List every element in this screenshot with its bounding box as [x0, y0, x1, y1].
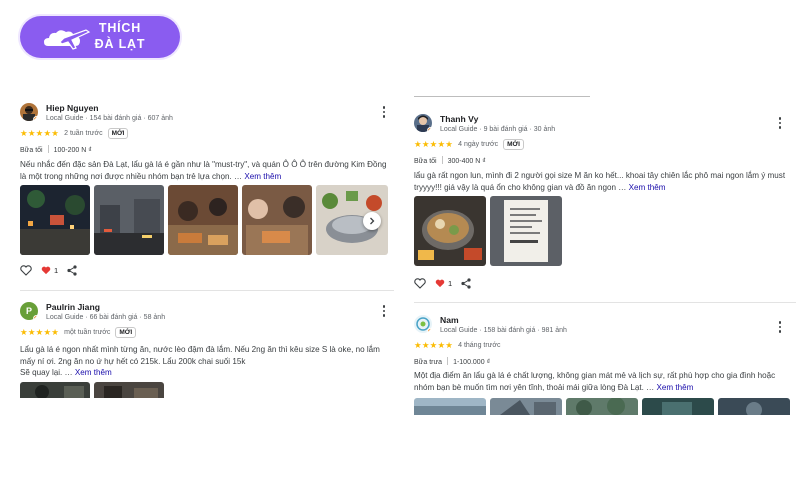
review-divider — [414, 302, 796, 303]
review-photo[interactable] — [242, 185, 312, 255]
local-guide-badge-icon — [427, 127, 432, 132]
star-rating: ★★★★★ — [414, 340, 454, 350]
review-text: Lẩu gà lá é ngon nhất mình từng ăn, nước… — [20, 345, 380, 377]
thich-da-lat-logo: THÍCH ĐÀ LẠT — [20, 16, 180, 58]
like-button[interactable] — [414, 278, 426, 289]
heart-outline-icon — [20, 265, 32, 276]
rating-row: ★★★★★ 4 ngày trước MỚI — [414, 139, 524, 150]
meal-type: Bữa tối — [20, 147, 43, 154]
rating-row: ★★★★★ 4 tháng trước — [414, 340, 500, 351]
review-photo[interactable] — [94, 185, 164, 255]
reviewer-name[interactable]: Nam — [440, 315, 459, 325]
review-time: 4 tháng trước — [458, 342, 501, 349]
price-row: Bữa tối 300-400 N ₫ — [414, 156, 486, 165]
see-more-link[interactable]: Xem thêm — [75, 368, 112, 377]
review-card: Thanh Vy Local Guide · 9 bài đánh giá · … — [414, 114, 788, 292]
review-photo[interactable] — [718, 398, 790, 415]
star-rating: ★★★★★ — [20, 128, 60, 138]
avatar[interactable] — [20, 103, 38, 121]
review-photo[interactable] — [490, 196, 562, 266]
more-options-icon[interactable] — [775, 320, 785, 334]
review-card: Hiep Nguyen Local Guide · 154 bài đánh g… — [20, 103, 392, 283]
local-guide-badge-icon — [33, 315, 38, 320]
review-photo[interactable] — [490, 398, 562, 415]
see-more-link[interactable]: Xem thêm — [629, 183, 666, 192]
review-divider — [20, 290, 394, 291]
review-photo[interactable] — [566, 398, 638, 415]
reaction-count: 1 — [448, 279, 453, 288]
reaction-count-button[interactable]: 1 — [41, 266, 58, 275]
see-more-link[interactable]: Xem thêm — [656, 383, 693, 392]
reviewer-meta: Local Guide · 154 bài đánh giá · 607 ảnh — [46, 115, 173, 122]
share-button[interactable] — [67, 265, 77, 276]
star-rating: ★★★★★ — [20, 327, 60, 337]
price-range: 1-100.000 ₫ — [453, 359, 491, 366]
review-photo[interactable] — [20, 382, 90, 398]
more-options-icon[interactable] — [379, 304, 389, 318]
heart-filled-icon — [435, 279, 445, 288]
local-guide-badge-icon — [33, 116, 38, 121]
photo-strip — [20, 185, 388, 255]
review-time: 4 ngày trước — [458, 141, 499, 148]
logo-line-2: ĐÀ LẠT — [94, 37, 146, 51]
review-card: P Paulrin Jiang Local Guide · 66 bài đán… — [20, 302, 392, 398]
new-badge: MỚI — [107, 128, 129, 139]
review-time: một tuần trước — [64, 329, 111, 336]
chevron-right-icon — [370, 217, 375, 225]
avatar-initial: P — [25, 306, 32, 316]
heart-outline-icon — [414, 278, 426, 289]
avatar[interactable] — [414, 114, 432, 132]
reviewer-meta: Local Guide · 158 bài đánh giá · 981 ảnh — [440, 327, 567, 334]
share-icon — [461, 278, 471, 289]
review-photo[interactable] — [94, 382, 164, 398]
more-options-icon[interactable] — [775, 116, 785, 130]
see-more-link[interactable]: Xem thêm — [244, 172, 281, 181]
review-text: Nếu nhắc đến đặc sản Đà Lạt, lẩu gà lá é… — [20, 160, 387, 181]
new-badge: MỚI — [503, 139, 524, 150]
logo-line-1: THÍCH — [98, 21, 142, 35]
review-photo[interactable] — [168, 185, 238, 255]
new-badge: MỚI — [115, 327, 137, 338]
reviewer-name[interactable]: Thanh Vy — [440, 114, 478, 124]
heart-filled-icon — [41, 266, 51, 275]
reviewer-meta: Local Guide · 9 bài đánh giá · 30 ảnh — [440, 126, 556, 133]
review-text: Một địa điểm ăn lẩu gà lá é chất lượng, … — [414, 371, 776, 392]
reviewer-name[interactable]: Paulrin Jiang — [46, 302, 100, 312]
review-photo[interactable] — [414, 398, 486, 415]
price-range: 300-400 N ₫ — [447, 158, 486, 165]
photo-strip — [414, 398, 790, 415]
avatar[interactable]: P — [20, 302, 38, 320]
reaction-count: 1 — [54, 266, 59, 275]
review-actions: 1 — [20, 265, 77, 276]
review-photo[interactable] — [20, 185, 90, 255]
star-rating: ★★★★★ — [414, 139, 454, 149]
review-text: lẩu gà rất ngon lun, mình đi 2 người gọi… — [414, 171, 786, 192]
review-actions: 1 — [414, 278, 471, 289]
reaction-count-button[interactable]: 1 — [435, 279, 452, 288]
reviewer-name[interactable]: Hiep Nguyen — [46, 103, 99, 113]
local-guide-badge-icon — [427, 328, 432, 333]
price-range: 100-200 N ₫ — [53, 147, 92, 154]
review-photo[interactable] — [414, 196, 486, 266]
meal-type: Bữa tối — [414, 158, 437, 165]
next-photo-button[interactable] — [363, 212, 381, 230]
review-time: 2 tuần trước — [64, 130, 103, 137]
share-button[interactable] — [461, 278, 471, 289]
price-row: Bữa tối 100-200 N ₫ — [20, 145, 92, 154]
divider-line — [414, 96, 590, 97]
avatar[interactable] — [414, 315, 432, 333]
meal-type: Bữa trưa — [414, 359, 443, 366]
cloud-plane-icon — [44, 29, 91, 50]
rating-row: ★★★★★ 2 tuần trước MỚI — [20, 128, 129, 139]
price-row: Bữa trưa 1-100.000 ₫ — [414, 357, 490, 366]
photo-strip — [20, 382, 164, 398]
like-button[interactable] — [20, 265, 32, 276]
share-icon — [67, 265, 77, 276]
photo-strip — [414, 196, 562, 266]
more-options-icon[interactable] — [379, 105, 389, 119]
review-card: Nam Local Guide · 158 bài đánh giá · 981… — [414, 315, 790, 415]
rating-row: ★★★★★ một tuần trước MỚI — [20, 327, 137, 338]
review-photo[interactable] — [642, 398, 714, 415]
reviewer-meta: Local Guide · 66 bài đánh giá · 58 ảnh — [46, 314, 166, 321]
